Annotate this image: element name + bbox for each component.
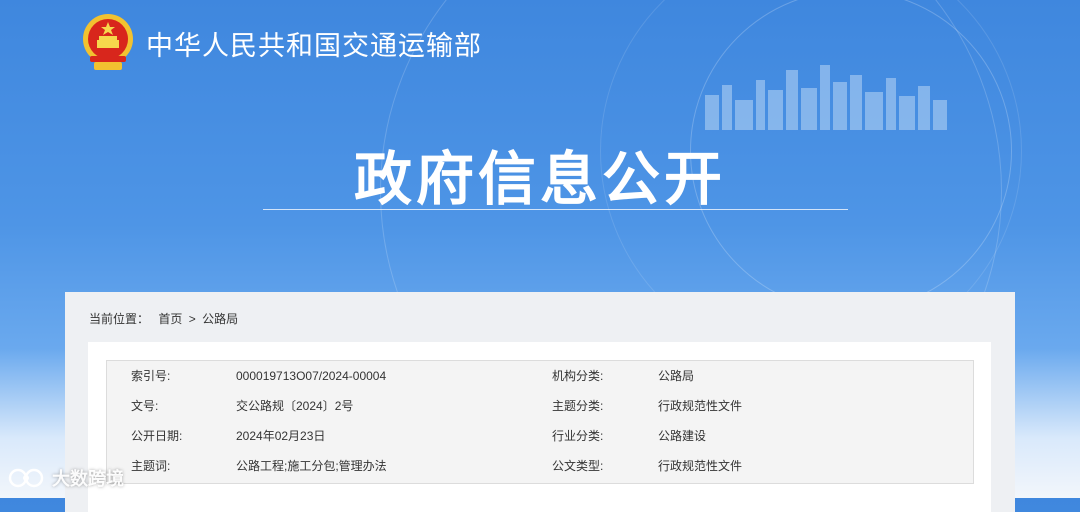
watermark-text: 大数跨境 xyxy=(52,469,124,490)
meta-value: 000019713O07/2024-00004 xyxy=(236,369,387,383)
meta-value: 行政规范性文件 xyxy=(658,399,743,413)
meta-label: 公开日期: xyxy=(131,429,183,443)
breadcrumb-prefix: 当前位置： xyxy=(89,312,150,326)
title-divider xyxy=(263,209,848,210)
meta-row: 索引号: 000019713O07/2024-00004 机构分类: 公路局 xyxy=(107,361,973,391)
meta-label: 文号: xyxy=(131,399,159,413)
meta-row: 主题词: 公路工程;施工分包;管理办法 公文类型: 行政规范性文件 xyxy=(107,451,973,481)
meta-label: 索引号: xyxy=(131,369,171,383)
meta-value: 交公路规〔2024〕2号 xyxy=(236,399,354,413)
meta-row: 文号: 交公路规〔2024〕2号 主题分类: 行政规范性文件 xyxy=(107,391,973,421)
meta-label: 公文类型: xyxy=(552,459,604,473)
city-skyline-illustration xyxy=(705,65,947,130)
document-meta-table: 索引号: 000019713O07/2024-00004 机构分类: 公路局 文… xyxy=(106,360,974,484)
meta-value: 公路局 xyxy=(658,369,695,383)
watermark-logo-icon xyxy=(8,468,44,488)
page-title: 政府信息公开 xyxy=(353,145,726,213)
meta-row: 公开日期: 2024年02月23日 行业分类: 公路建设 xyxy=(107,421,973,451)
document-info-container: 索引号: 000019713O07/2024-00004 机构分类: 公路局 文… xyxy=(88,342,991,512)
meta-value: 公路工程;施工分包;管理办法 xyxy=(236,459,387,473)
meta-label: 主题分类: xyxy=(552,399,604,413)
watermark: 大数跨境 xyxy=(8,462,124,494)
breadcrumb-current-link[interactable]: 公路局 xyxy=(202,312,238,326)
meta-label: 主题词: xyxy=(131,459,171,473)
meta-label: 行业分类: xyxy=(552,429,604,443)
breadcrumb: 当前位置： 首页 > 公路局 xyxy=(89,310,238,327)
meta-value: 公路建设 xyxy=(658,429,707,443)
breadcrumb-home-link[interactable]: 首页 xyxy=(158,312,182,326)
meta-value: 行政规范性文件 xyxy=(658,459,743,473)
meta-value: 2024年02月23日 xyxy=(236,429,326,443)
content-panel: 当前位置： 首页 > 公路局 索引号: 000019713O07/2024-00… xyxy=(65,292,1015,512)
national-emblem-icon[interactable] xyxy=(80,12,136,74)
ministry-name[interactable]: 中华人民共和国交通运输部 xyxy=(146,24,482,63)
header-banner: 中华人民共和国交通运输部 政府信息公开 xyxy=(0,0,1080,502)
breadcrumb-separator: > xyxy=(188,312,196,326)
meta-label: 机构分类: xyxy=(552,369,604,383)
